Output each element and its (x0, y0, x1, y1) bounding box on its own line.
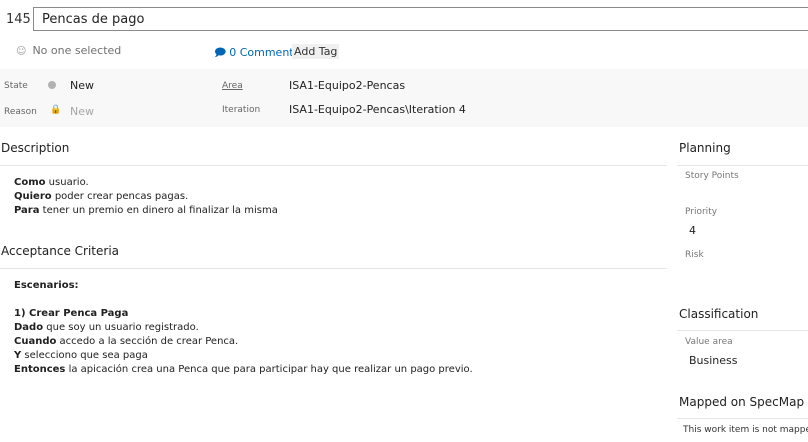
acceptance-divider (0, 268, 667, 269)
assigned-to-label: No one selected (32, 44, 122, 57)
description-line: Para tener un premio en dinero al finali… (14, 205, 278, 216)
iteration-label: Iteration (222, 105, 261, 115)
state-dot-icon (48, 81, 56, 89)
person-icon: ☺ (16, 46, 27, 57)
specmap-divider (677, 418, 808, 419)
risk-label: Risk (685, 250, 704, 260)
planning-divider (677, 165, 808, 166)
acceptance-line: Entonces la apicación crea una Penca que… (14, 364, 473, 375)
description-heading: Description (1, 141, 70, 155)
comments-link[interactable]: 🗩 0 Comments (214, 44, 299, 63)
value-area-label: Value area (685, 337, 733, 347)
assigned-to-picker[interactable]: ☺ No one selected (16, 44, 121, 57)
classification-heading: Classification (679, 307, 759, 321)
comments-label: 0 Comments (229, 46, 300, 59)
acceptance-line: Cuando accedo a la sección de crear Penc… (14, 336, 239, 347)
scenarios-label: Escenarios: (14, 280, 79, 291)
lock-icon: 🔒 (50, 105, 62, 115)
comment-icon: 🗩 (214, 46, 227, 59)
classification-divider (677, 330, 808, 331)
area-field[interactable]: ISA1-Equipo2-Pencas (289, 79, 405, 92)
specmap-heading: Mapped on SpecMap (679, 395, 805, 409)
description-line: Como usuario. (14, 177, 89, 188)
state-field[interactable]: New (70, 79, 94, 92)
description-line: Quiero poder crear pencas pagas. (14, 191, 189, 202)
acceptance-line: Y selecciono que sea paga (14, 350, 148, 361)
specmap-note: This work item is not mapped o (683, 425, 808, 435)
acceptance-heading: Acceptance Criteria (1, 244, 120, 258)
iteration-field[interactable]: ISA1-Equipo2-Pencas\Iteration 4 (289, 103, 466, 116)
acceptance-line: Dado que soy un usuario registrado. (14, 322, 199, 333)
description-divider (0, 165, 667, 166)
priority-label: Priority (685, 207, 718, 217)
title-input[interactable] (33, 7, 808, 31)
description-editor[interactable]: Como usuario. Quiero poder crear pencas … (14, 176, 654, 218)
planning-heading: Planning (679, 141, 731, 155)
reason-field: New (70, 105, 94, 118)
priority-field[interactable]: 4 (689, 224, 696, 237)
scenario-title: 1) Crear Penca Paga (14, 308, 129, 319)
add-tag-button[interactable]: Add Tag (292, 44, 340, 59)
value-area-field[interactable]: Business (689, 354, 738, 367)
story-points-label: Story Points (685, 171, 739, 181)
work-item-id: 145 (6, 12, 31, 27)
reason-label: Reason (4, 107, 37, 117)
fields-panel (0, 69, 808, 127)
state-label: State (4, 81, 28, 91)
area-label: Area (222, 81, 243, 91)
acceptance-editor[interactable]: Escenarios: 1) Crear Penca Paga Dado que… (14, 279, 654, 377)
